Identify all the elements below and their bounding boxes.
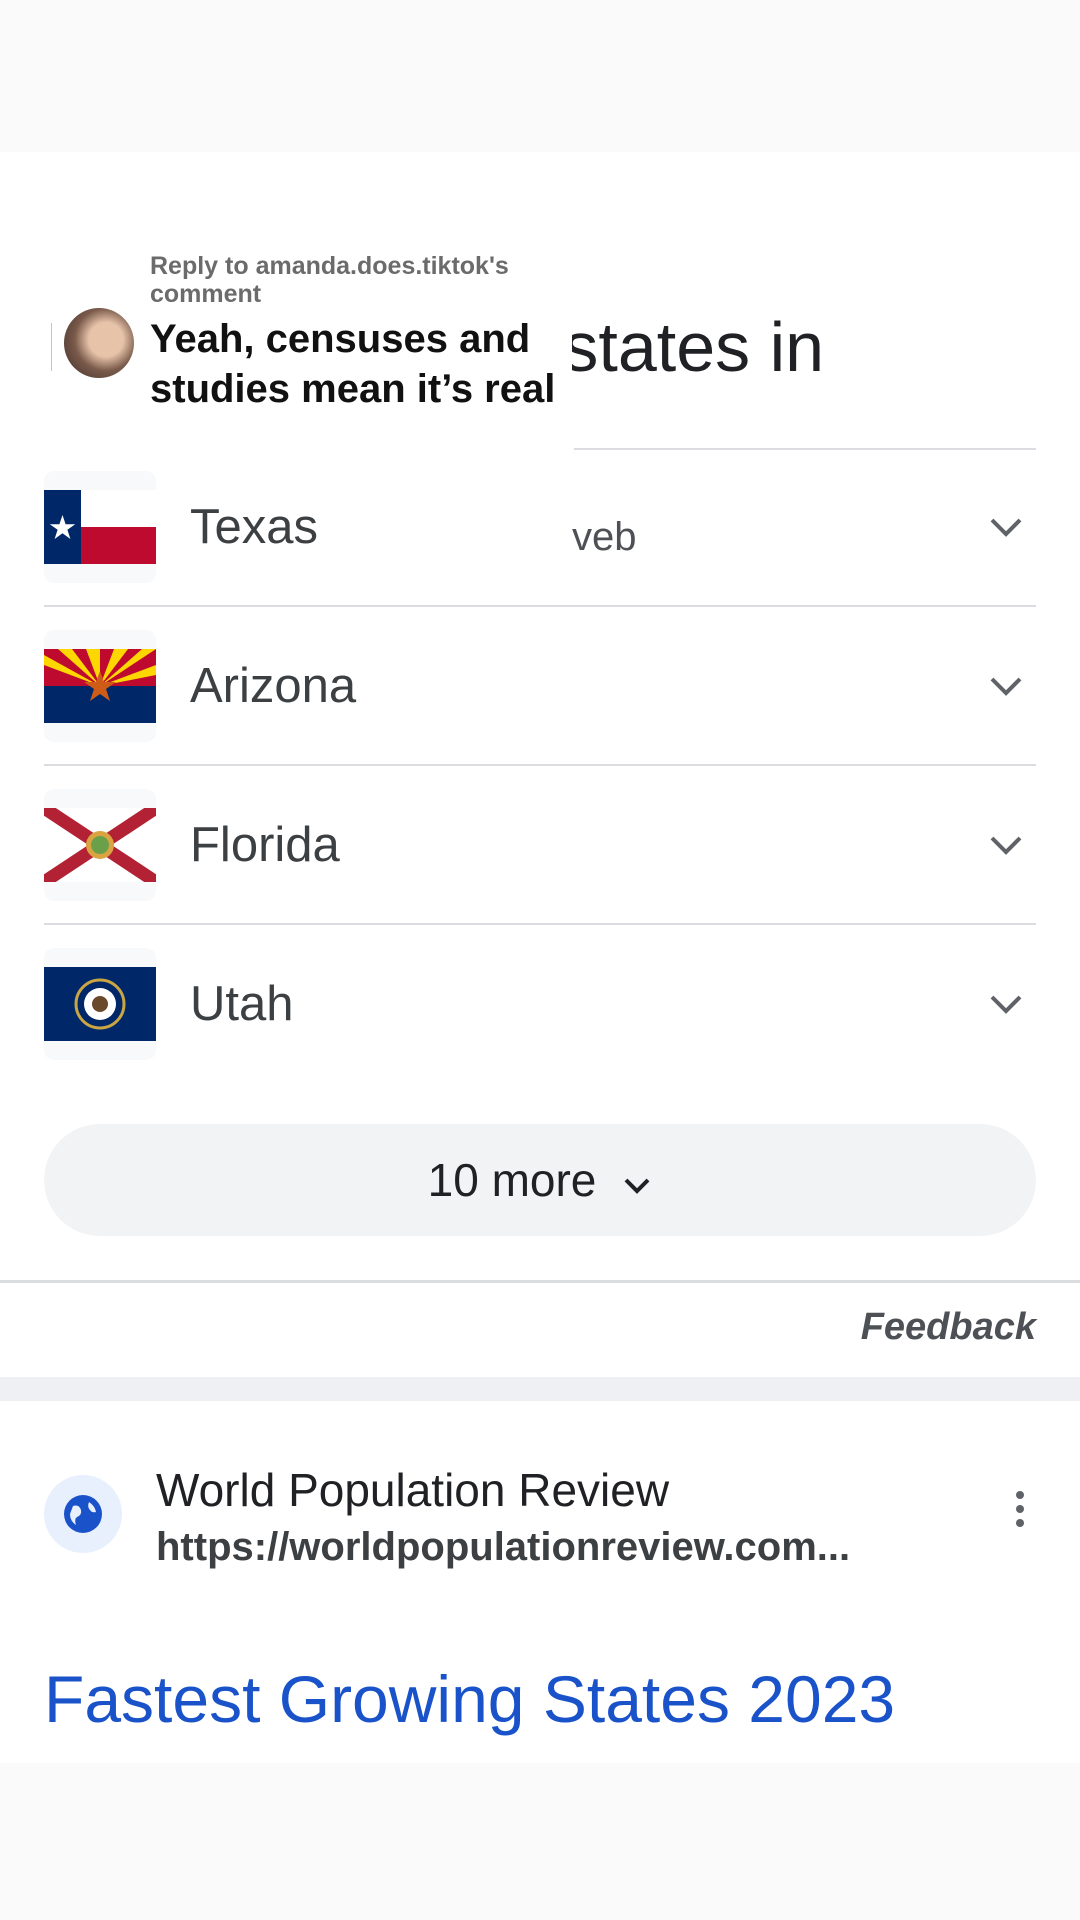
site-name[interactable]: World Population Review: [156, 1463, 669, 1517]
state-name: Arizona: [190, 658, 357, 713]
state-row-utah[interactable]: Utah: [44, 925, 1036, 1082]
search-result: World Population Review https://worldpop…: [0, 1401, 1080, 1763]
chevron-down-icon[interactable]: [976, 656, 1036, 716]
florida-flag-icon: [44, 788, 156, 901]
state-list: Texas Arizona Florida Utah: [44, 448, 1036, 1082]
reply-overlay: Reply to amanda.does.tiktok's comment Ye…: [52, 248, 572, 466]
chevron-down-icon[interactable]: [976, 815, 1036, 875]
show-more-button[interactable]: 10 more: [44, 1124, 1036, 1236]
globe-icon[interactable]: [44, 1475, 122, 1553]
state-name: Utah: [190, 976, 294, 1031]
section-divider: [0, 1280, 1080, 1283]
state-name: Texas: [190, 499, 319, 554]
state-row-florida[interactable]: Florida: [44, 766, 1036, 925]
show-more-label: 10 more: [427, 1154, 597, 1206]
state-row-arizona[interactable]: Arizona: [44, 607, 1036, 766]
chevron-down-icon: [622, 1153, 652, 1207]
results-separator: [0, 1377, 1080, 1401]
state-name: Florida: [190, 817, 340, 872]
site-url[interactable]: https://worldpopulationreview.com...: [156, 1525, 850, 1570]
reply-comment-text: Yeah, censuses and studies mean it’s rea…: [150, 317, 556, 411]
reply-to-label: Reply to amanda.does.tiktok's comment: [150, 252, 509, 308]
utah-flag-icon: [44, 947, 156, 1060]
avatar: [64, 308, 134, 378]
arizona-flag-icon: [44, 629, 156, 742]
chevron-down-icon[interactable]: [976, 974, 1036, 1034]
chevron-down-icon[interactable]: [976, 497, 1036, 557]
texas-flag-icon: [44, 470, 156, 583]
result-title-link[interactable]: Fastest Growing States 2023: [44, 1661, 895, 1737]
state-row-texas[interactable]: Texas: [44, 448, 1036, 607]
feedback-link[interactable]: Feedback: [861, 1306, 1036, 1349]
more-vertical-icon[interactable]: [1000, 1479, 1040, 1539]
